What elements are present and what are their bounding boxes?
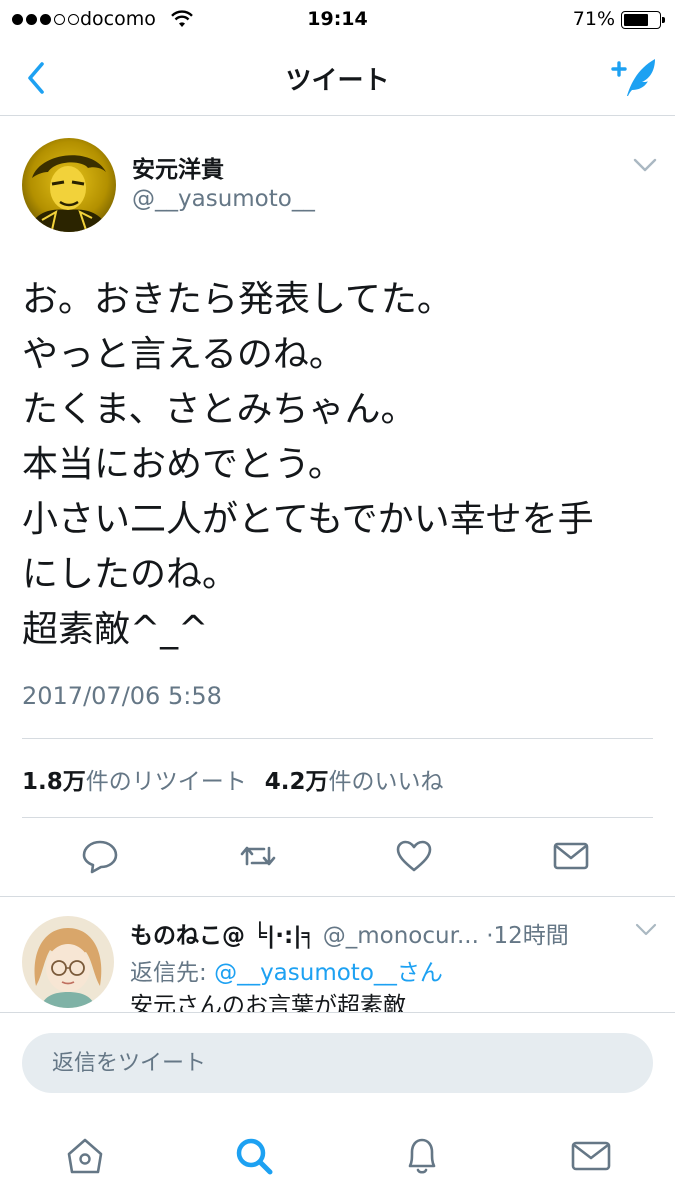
reply-text-container: 安元さんのお言葉が超素敵 xyxy=(130,990,670,1012)
tweet-text-line: やっと言えるのね。 xyxy=(22,334,345,375)
notifications-icon[interactable] xyxy=(400,1134,444,1178)
tweet-text-line: 超素敵^_^ xyxy=(22,609,209,650)
reply-to-handle-link[interactable]: @__yasumoto__さん xyxy=(214,960,443,986)
reply-header: ものねこ@ ╘|·:|╕ @_monocur... ·12時間 xyxy=(130,916,660,950)
reply-author-avatar[interactable] xyxy=(22,916,114,1008)
author-name[interactable]: 安元洋貴 xyxy=(132,150,224,184)
divider xyxy=(0,896,675,897)
reply-author-name[interactable]: ものねこ@ ╘|·:|╕ xyxy=(130,923,315,949)
tweet-text-line: 小さい二人がとてもでかい幸せを手 xyxy=(22,499,594,540)
avatar-illustration xyxy=(34,928,102,1008)
reply-icon[interactable] xyxy=(80,836,120,876)
retweet-icon[interactable] xyxy=(238,836,278,876)
search-icon[interactable] xyxy=(232,1134,276,1178)
like-label: 件のいいね xyxy=(328,769,444,795)
reply-input[interactable] xyxy=(22,1033,653,1093)
tweet-stats: 1.8万件のリツイート 4.2万件のいいね xyxy=(22,762,444,796)
tweet-text-line: お。おきたら発表してた。 xyxy=(22,279,453,320)
like-stat[interactable]: 4.2万件のいいね xyxy=(265,769,444,795)
tweet-text: お。おきたら発表してた。 やっと言えるのね。 たくま、さとみちゃん。 本当におめ… xyxy=(22,272,662,657)
reply-compose-bar xyxy=(0,1012,675,1112)
like-icon[interactable] xyxy=(394,836,434,876)
tweet-text-line: たくま、さとみちゃん。 xyxy=(22,389,417,430)
reply-text: 安元さんのお言葉が超素敵 xyxy=(130,993,406,1012)
battery-level-fill xyxy=(624,14,649,26)
battery-icon xyxy=(621,11,665,29)
tweet-text-line: 本当におめでとう。 xyxy=(22,444,344,485)
page-title: ツイート xyxy=(285,66,390,96)
home-icon[interactable] xyxy=(63,1134,107,1178)
reply-to-line: 返信先: @__yasumoto__さん xyxy=(130,953,443,987)
retweet-count: 1.8万 xyxy=(22,769,86,795)
tab-bar xyxy=(0,1112,675,1200)
reply-author-handle[interactable]: @_monocur... xyxy=(323,923,479,949)
like-count: 4.2万 xyxy=(264,769,329,795)
reply-to-label: 返信先: xyxy=(130,960,215,986)
author-handle[interactable]: @__yasumoto__ xyxy=(132,186,315,212)
tweet-text-line: にしたのね。 xyxy=(22,554,239,595)
avatar-illustration xyxy=(28,155,110,232)
compose-tweet-icon[interactable] xyxy=(611,54,659,100)
divider xyxy=(22,738,653,739)
divider xyxy=(22,817,653,818)
navigation-bar: ツイート xyxy=(0,40,675,116)
messages-icon[interactable] xyxy=(569,1134,613,1178)
tweet-timestamp: 2017/07/06 5:58 xyxy=(22,682,222,710)
retweet-stat[interactable]: 1.8万件のリツイート xyxy=(22,769,247,795)
retweet-label: 件のリツイート xyxy=(85,769,247,795)
author-avatar[interactable] xyxy=(22,138,116,232)
status-bar: docomo 19:14 71% xyxy=(0,0,675,40)
battery-percent: 71% xyxy=(572,8,615,30)
reply-time: ·12時間 xyxy=(486,923,569,949)
direct-message-icon[interactable] xyxy=(551,836,591,876)
reply-options-chevron-down-icon[interactable] xyxy=(634,922,658,938)
tweet-options-chevron-down-icon[interactable] xyxy=(632,156,658,174)
